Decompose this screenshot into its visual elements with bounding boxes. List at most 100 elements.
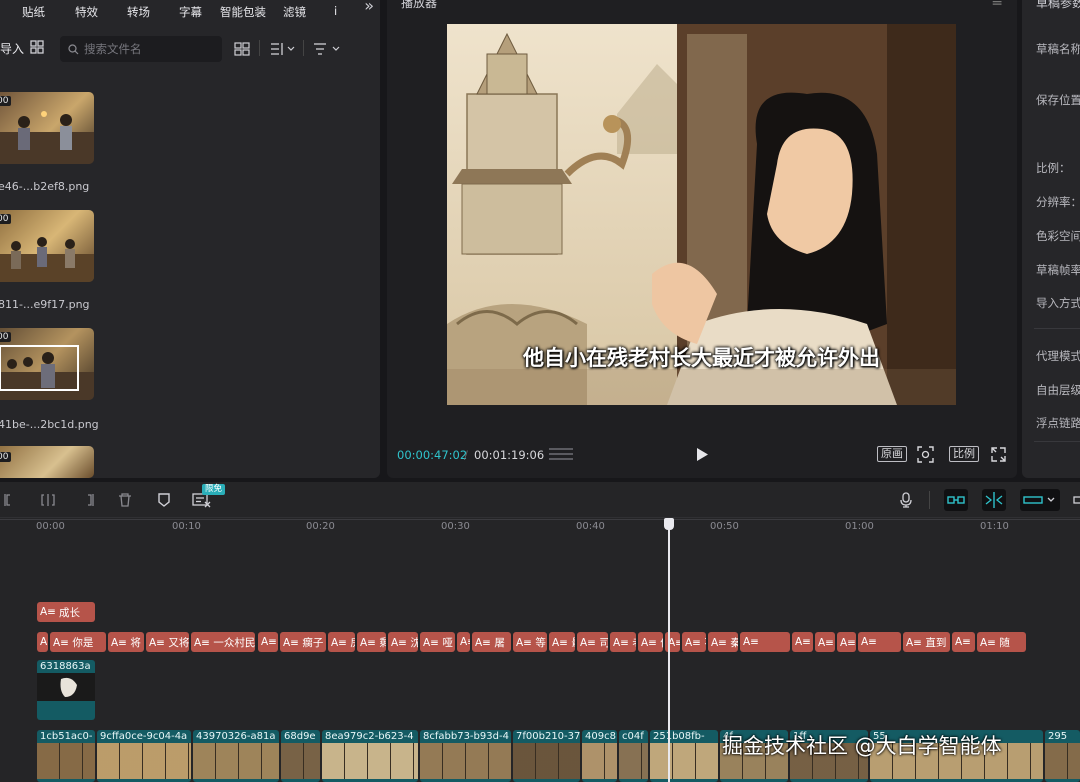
media-thumbnail[interactable] [0, 446, 94, 478]
waveform-icon[interactable] [549, 447, 573, 461]
media-thumbnail[interactable] [0, 210, 94, 282]
text-clip[interactable]: A≡ 瘸子 [280, 632, 326, 652]
text-clip[interactable]: A≡ [858, 632, 901, 652]
aspect-ratio-button[interactable]: 比例 [949, 446, 979, 462]
zoom-icon[interactable] [1072, 492, 1080, 508]
media-thumbnail[interactable] [0, 92, 94, 164]
player-title: 播放器 [401, 0, 438, 10]
ruler-line [0, 519, 1080, 520]
text-clip[interactable]: A≡ 房 [328, 632, 355, 652]
overlay-clip[interactable]: 6318863a [37, 660, 95, 720]
tab-stickers[interactable]: 贴纸 [22, 4, 45, 20]
video-clip[interactable]: 251b08fb- [650, 730, 718, 782]
playhead[interactable] [668, 521, 670, 782]
video-clip[interactable]: 1cb51ac0- [37, 730, 95, 782]
text-clip[interactable]: A≡ 过了 [815, 632, 835, 652]
video-clip[interactable]: 8ea979c2-b623-4 [322, 730, 418, 782]
media-filename: 811-...e9f17.png [0, 298, 90, 311]
video-clip[interactable]: 409c8 [582, 730, 617, 782]
toolbar-divider [303, 40, 304, 56]
video-clip[interactable]: 295 [1045, 730, 1080, 782]
text-clip[interactable]: A≡ [792, 632, 813, 652]
text-clip[interactable]: A≡ [37, 632, 48, 652]
text-clip-label: A≡ 一众村民 [194, 636, 255, 649]
text-clip[interactable]: A≡ [258, 632, 278, 652]
preview-axis-toggle[interactable] [1020, 489, 1060, 511]
text-clip[interactable]: A≡ 屠 [472, 632, 511, 652]
media-image [0, 237, 94, 282]
text-track: A≡ A≡ 你是 A≡ 将 A≡ 又将 A≡ 一众村民 A≡ A≡ 瘸子 A≡ 房 A≡ 剩 A≡… [0, 632, 1080, 652]
video-preview[interactable]: 他自小在残老村长大最近才被允许外出 [447, 24, 956, 405]
save-location-label: 保存位置 [1036, 93, 1080, 107]
text-clip-title[interactable]: A≡ 成长 [37, 602, 95, 622]
text-clip[interactable]: A≡ 不 [682, 632, 706, 652]
text-clip[interactable]: A≡ 最 [549, 632, 575, 652]
split-left-icon[interactable] [2, 492, 18, 508]
split-right-icon[interactable] [80, 492, 96, 508]
video-clip[interactable]: 7f00b210-37 [513, 730, 580, 782]
video-clip[interactable]: 9cffa0ce-9c04-4a [97, 730, 191, 782]
clip-filmstrip [193, 743, 279, 779]
text-clip[interactable]: A≡ 沈 [388, 632, 418, 652]
tab-transitions[interactable]: 转场 [127, 4, 150, 20]
text-clip-label: A≡ 你是 [53, 636, 94, 649]
play-icon[interactable] [695, 447, 709, 462]
text-clip[interactable]: A≡ 随 [977, 632, 1026, 652]
text-clip[interactable]: A≡ 直到 [903, 632, 950, 652]
text-clip[interactable]: A≡ 一众村民 [191, 632, 255, 652]
text-clip[interactable]: A≡ 又将 [146, 632, 189, 652]
tab-effects[interactable]: 特效 [75, 4, 98, 20]
text-clip-label: A≡ 将 [111, 636, 141, 649]
focus-screenshot-icon[interactable] [917, 446, 934, 463]
ruler-tick: 01:00 [845, 521, 874, 532]
tab-smart-package[interactable]: 智能包装 [220, 4, 266, 20]
text-clip-label: A≡ [743, 636, 759, 648]
sort-icon[interactable] [270, 42, 296, 56]
import-button[interactable]: 导入 [0, 40, 24, 57]
video-clip[interactable]: c04f [619, 730, 648, 782]
clip-filmstrip [1045, 743, 1080, 779]
tab-filters[interactable]: 滤镜 [283, 4, 306, 20]
text-clip[interactable]: A≡ 司 [577, 632, 608, 652]
video-clip[interactable]: 43970326-a81a [193, 730, 279, 782]
text-clip-label: A≡ [40, 636, 48, 648]
menu-icon[interactable]: ≡ [991, 0, 1003, 10]
grid-view-icon[interactable] [30, 40, 44, 54]
text-clip[interactable]: A≡ 他 [638, 632, 663, 652]
search-input[interactable]: 搜索文件名 [60, 36, 222, 62]
layout-icon[interactable] [234, 42, 250, 56]
text-clip[interactable]: A≡ [740, 632, 790, 652]
tab-more-partial[interactable]: i [334, 4, 337, 18]
text-clip[interactable]: A≡ 哑 [420, 632, 455, 652]
snap-toggle[interactable] [982, 489, 1006, 511]
text-clip-label: A≡ 哑巴 [840, 636, 856, 649]
microphone-icon[interactable] [898, 492, 914, 508]
marker-icon[interactable] [156, 492, 172, 508]
split-icon[interactable] [40, 492, 56, 508]
video-clip[interactable]: 68d9e [281, 730, 320, 782]
text-clip[interactable]: A≡ 剩 [357, 632, 386, 652]
magnet-toggle[interactable] [944, 489, 968, 511]
text-clip[interactable]: A≡ [457, 632, 470, 652]
float-pipeline-label: 浮点链路 [1036, 416, 1080, 430]
time-ruler[interactable]: 00:00 00:10 00:20 00:30 00:40 00:50 01:0… [0, 519, 1080, 539]
text-clip[interactable]: A≡ 将 [108, 632, 144, 652]
duration-badge: 00 [0, 96, 12, 106]
video-clip[interactable]: 8cfabb73-b93d-4 [420, 730, 511, 782]
filter-icon[interactable] [313, 42, 341, 56]
clip-filmstrip [322, 743, 418, 779]
delete-icon[interactable] [117, 492, 133, 508]
text-clip-label: A≡ [861, 636, 877, 648]
expand-tabs-icon[interactable]: » [364, 0, 374, 15]
text-clip[interactable]: A≡ 老 [610, 632, 636, 652]
text-clip[interactable]: A≡ 你是 [50, 632, 106, 652]
fullscreen-icon[interactable] [991, 447, 1006, 462]
toolbar-divider [929, 491, 930, 509]
text-clip[interactable]: A≡ 哑巴 [837, 632, 856, 652]
original-quality-button[interactable]: 原画 [877, 446, 907, 462]
text-clip[interactable]: A≡ 等 [513, 632, 547, 652]
tab-captions[interactable]: 字幕 [179, 4, 202, 20]
text-clip[interactable]: A≡ 秦牧(自 [708, 632, 738, 652]
media-thumbnail-selected[interactable] [0, 328, 94, 400]
text-clip[interactable]: A≡ [952, 632, 975, 652]
